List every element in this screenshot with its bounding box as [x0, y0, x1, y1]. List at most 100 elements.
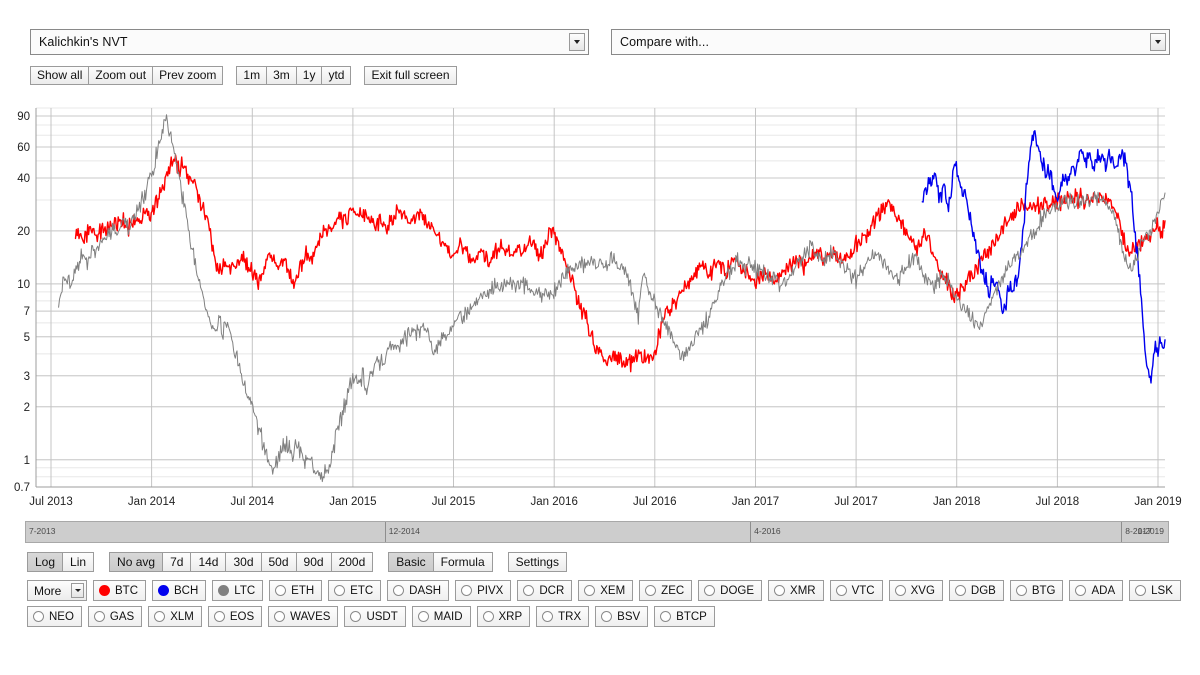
- avg-button-90d[interactable]: 90d: [295, 552, 332, 572]
- metric-select[interactable]: Kalichkin's NVT: [30, 29, 589, 55]
- coin-color-dot-icon: [774, 585, 786, 596]
- coin-color-dot-icon: [1075, 585, 1087, 596]
- chevron-down-icon[interactable]: [569, 33, 585, 51]
- coin-color-dot-icon: [482, 611, 494, 622]
- coin-toggle-trx[interactable]: TRX: [536, 606, 590, 627]
- range-button-group: 1m 3m 1y ytd: [236, 66, 352, 85]
- select-row: Kalichkin's NVT Compare with...: [30, 29, 1170, 55]
- coin-toggle-doge[interactable]: DOGE: [698, 580, 763, 601]
- exit-full-screen-button[interactable]: Exit full screen: [364, 66, 457, 85]
- coin-toggle-ada[interactable]: ADA: [1069, 580, 1124, 601]
- coin-toggle-eos[interactable]: EOS: [207, 606, 263, 627]
- coin-color-dot-icon: [584, 585, 596, 596]
- coin-color-dot-icon: [542, 611, 554, 622]
- zoom-button-zoom-out[interactable]: Zoom out: [88, 66, 154, 85]
- coin-label: XMR: [790, 584, 816, 597]
- coin-toggle-zec[interactable]: ZEC: [639, 580, 693, 601]
- range-button-1m[interactable]: 1m: [236, 66, 268, 85]
- coin-toggle-vtc[interactable]: VTC: [829, 580, 883, 601]
- range-button-3m[interactable]: 3m: [266, 66, 297, 85]
- range-button-ytd[interactable]: ytd: [321, 66, 352, 85]
- x-axis-tick-label: Jan 2018: [933, 496, 980, 508]
- mode-button-formula[interactable]: Formula: [432, 552, 493, 572]
- y-axis-tick-label: 60: [17, 142, 30, 154]
- coin-toggle-xrp[interactable]: XRP: [476, 606, 531, 627]
- coin-color-dot-icon: [218, 585, 230, 596]
- coin-toggle-etc[interactable]: ETC: [328, 580, 382, 601]
- chart-area[interactable]: 0.7 1 2 3 5 7 10 20 40 60 90 Jul 2013 Jan 2014 Jul 20…: [0, 100, 1200, 515]
- coin-toggle-lsk[interactable]: LSK: [1129, 580, 1181, 601]
- coin-toggle-usdt[interactable]: USDT: [344, 606, 406, 627]
- coin-row-1: More BTC BCH LTC ETH ETC DASH PIVX DCR XEM ZEC DOG…: [27, 580, 1181, 601]
- coin-toggle-dcr[interactable]: DCR: [517, 580, 573, 601]
- coin-toggle-pivx[interactable]: PIVX: [455, 580, 512, 601]
- coin-color-dot-icon: [93, 611, 105, 622]
- compare-select[interactable]: Compare with...: [611, 29, 1170, 55]
- coin-toggle-xlm[interactable]: XLM: [148, 606, 202, 627]
- avg-button-no-avg[interactable]: No avg: [109, 552, 164, 572]
- zoom-button-prev-zoom[interactable]: Prev zoom: [152, 66, 224, 85]
- coin-toggle-xvg[interactable]: XVG: [888, 580, 943, 601]
- navigator-segment-3[interactable]: 4-2016: [751, 522, 1123, 542]
- coin-label: MAID: [433, 610, 463, 623]
- coin-color-dot-icon: [601, 611, 613, 622]
- coin-toggle-xem[interactable]: XEM: [578, 580, 634, 601]
- coin-toggle-gas[interactable]: GAS: [87, 606, 143, 627]
- coin-label: ZEC: [661, 584, 685, 597]
- coin-label: DCR: [539, 584, 565, 597]
- avg-button-14d[interactable]: 14d: [190, 552, 227, 572]
- coin-label: GAS: [109, 610, 135, 623]
- coin-toggle-bsv[interactable]: BSV: [595, 606, 649, 627]
- coin-label: ADA: [1091, 584, 1116, 597]
- navigator-segment-1[interactable]: 7-2013: [26, 522, 386, 542]
- navigator-segment-4[interactable]: 8-2017 1-2019: [1122, 522, 1168, 542]
- coin-label: DGB: [970, 584, 996, 597]
- chevron-down-icon[interactable]: [71, 583, 84, 598]
- settings-button[interactable]: Settings: [507, 552, 567, 572]
- coin-toggle-neo[interactable]: NEO: [27, 606, 82, 627]
- average-button-group: No avg 7d 14d 30d 50d 90d 200d: [109, 552, 374, 572]
- navigator-segment-2[interactable]: 12-2014: [386, 522, 752, 542]
- mode-button-group: Basic Formula: [388, 552, 493, 572]
- x-axis-tick-label: Jul 2014: [231, 496, 275, 508]
- x-axis-tick-label: Jan 2017: [732, 496, 779, 508]
- scale-button-log[interactable]: Log: [27, 552, 64, 572]
- coin-toggle-maid[interactable]: MAID: [411, 606, 471, 627]
- coin-color-dot-icon: [154, 611, 166, 622]
- coin-label: XLM: [170, 610, 194, 623]
- compare-select-value: Compare with...: [620, 35, 710, 49]
- range-button-1y[interactable]: 1y: [295, 66, 323, 85]
- coin-toggle-ltc[interactable]: LTC: [212, 580, 264, 601]
- chevron-down-icon[interactable]: [1150, 33, 1166, 51]
- coin-chips-2: NEO GAS XLM EOS WAVES USDT MAID XRP TRX BSV BTCP: [27, 606, 715, 627]
- y-axis-tick-label: 10: [17, 279, 30, 291]
- chart-navigator-scrollbar[interactable]: 7-2013 12-2014 4-2016 8-2017 1-2019: [25, 521, 1169, 543]
- coin-label: DOGE: [720, 584, 755, 597]
- zoom-button-show-all[interactable]: Show all: [30, 66, 90, 85]
- coin-toggle-btcp[interactable]: BTCP: [654, 606, 715, 627]
- avg-button-30d[interactable]: 30d: [225, 552, 262, 572]
- coin-toggle-eth[interactable]: ETH: [269, 580, 323, 601]
- coin-color-dot-icon: [704, 585, 716, 596]
- avg-button-200d[interactable]: 200d: [330, 552, 374, 572]
- nvt-line-chart[interactable]: 0.7 1 2 3 5 7 10 20 40 60 90 Jul 2013 Jan 2014 Jul 20…: [0, 100, 1200, 515]
- coin-toggle-xmr[interactable]: XMR: [768, 580, 824, 601]
- avg-button-50d[interactable]: 50d: [260, 552, 297, 572]
- avg-button-7d[interactable]: 7d: [162, 552, 192, 572]
- coin-toggle-btg[interactable]: BTG: [1009, 580, 1064, 601]
- coin-toggle-bch[interactable]: BCH: [152, 580, 207, 601]
- more-coins-select[interactable]: More: [27, 580, 87, 601]
- y-axis-tick-label: 20: [17, 226, 30, 238]
- coin-toggle-dgb[interactable]: DGB: [948, 580, 1004, 601]
- coin-label: XEM: [600, 584, 626, 597]
- coin-label: ETC: [350, 584, 374, 597]
- coin-toggle-dash[interactable]: DASH: [387, 580, 450, 601]
- chart-toolbar: Show all Zoom out Prev zoom 1m 3m 1y ytd Exit…: [30, 66, 457, 85]
- coin-toggle-btc[interactable]: BTC: [93, 580, 146, 601]
- scale-button-lin[interactable]: Lin: [62, 552, 95, 572]
- mode-button-basic[interactable]: Basic: [388, 552, 434, 572]
- coin-color-dot-icon: [523, 585, 535, 596]
- coin-toggle-waves[interactable]: WAVES: [268, 606, 339, 627]
- y-axis-tick-label: 90: [17, 111, 30, 123]
- coin-color-dot-icon: [334, 585, 346, 596]
